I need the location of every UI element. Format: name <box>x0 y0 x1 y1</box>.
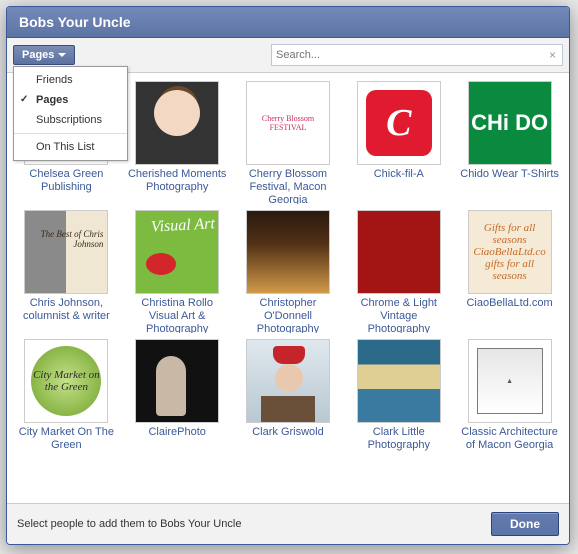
page-thumbnail: City Market on the Green <box>24 339 108 423</box>
page-thumbnail <box>357 339 441 423</box>
page-caption: Clark Griswold <box>235 423 341 439</box>
grid-item[interactable]: City Market on the Green City Market On … <box>13 339 119 452</box>
page-caption: Christina Rollo Visual Art & Photography <box>124 294 230 333</box>
page-thumbnail <box>246 210 330 294</box>
page-caption: Chido Wear T-Shirts <box>457 165 563 181</box>
page-thumbnail: Cherry Blossom FESTIVAL <box>246 81 330 165</box>
page-thumbnail: ▲ <box>468 339 552 423</box>
grid-item[interactable]: Gifts for all seasons CiaoBellaLtd.co gi… <box>457 210 563 333</box>
page-caption: Chick-fil-A <box>346 165 452 181</box>
page-caption: Chelsea Green Publishing <box>13 165 119 194</box>
footer-hint: Select people to add them to Bobs Your U… <box>17 518 241 530</box>
page-caption: Chris Johnson, columnist & writer <box>13 294 119 323</box>
search-input[interactable] <box>276 49 547 61</box>
search-box[interactable]: × <box>271 44 563 66</box>
close-icon[interactable]: × <box>547 48 558 62</box>
toolbar: Pages Friends Pages Subscriptions On Thi… <box>7 38 569 73</box>
grid-item[interactable]: Cherry Blossom FESTIVAL Cherry Blossom F… <box>235 81 341 204</box>
page-caption: CiaoBellaLtd.com <box>457 294 563 310</box>
page-caption: City Market On The Green <box>13 423 119 452</box>
page-caption: Chrome & Light Vintage Photography <box>346 294 452 333</box>
page-caption: Classic Architecture of Macon Georgia <box>457 423 563 452</box>
page-thumbnail <box>357 210 441 294</box>
page-thumbnail <box>246 339 330 423</box>
page-thumbnail: Visual Art <box>135 210 219 294</box>
page-caption: Cherry Blossom Festival, Macon Georgia <box>235 165 341 204</box>
page-caption: Christopher O'Donnell Photography <box>235 294 341 333</box>
grid-item[interactable]: ▲ Classic Architecture of Macon Georgia <box>457 339 563 452</box>
grid-item[interactable]: Chrome & Light Vintage Photography <box>346 210 452 333</box>
grid-item[interactable]: Christopher O'Donnell Photography <box>235 210 341 333</box>
page-thumbnail: The Best of Chris Johnson <box>24 210 108 294</box>
dialog-footer: Select people to add them to Bobs Your U… <box>7 503 569 544</box>
filter-option-pages[interactable]: Pages <box>14 90 127 110</box>
filter-dropdown: Friends Pages Subscriptions On This List <box>13 66 128 161</box>
page-thumbnail: CHi DO <box>468 81 552 165</box>
grid-item[interactable]: Cherished Moments Photography <box>124 81 230 204</box>
filter-button[interactable]: Pages <box>13 45 75 65</box>
grid-item[interactable]: C Chick-fil-A <box>346 81 452 204</box>
menu-divider <box>14 133 127 134</box>
grid-item[interactable]: ClairePhoto <box>124 339 230 452</box>
grid-item[interactable]: The Best of Chris Johnson Chris Johnson,… <box>13 210 119 333</box>
dialog-title: Bobs Your Uncle <box>7 7 569 38</box>
grid-item[interactable]: CHi DO Chido Wear T-Shirts <box>457 81 563 204</box>
page-caption: Cherished Moments Photography <box>124 165 230 194</box>
filter-option-friends[interactable]: Friends <box>14 70 127 90</box>
page-thumbnail: Gifts for all seasons CiaoBellaLtd.co gi… <box>468 210 552 294</box>
grid-item[interactable]: Clark Little Photography <box>346 339 452 452</box>
grid-item[interactable]: Clark Griswold <box>235 339 341 452</box>
page-caption: Clark Little Photography <box>346 423 452 452</box>
filter-option-subscriptions[interactable]: Subscriptions <box>14 110 127 130</box>
chevron-down-icon <box>58 53 66 57</box>
page-thumbnail: C <box>357 81 441 165</box>
page-caption: ClairePhoto <box>124 423 230 439</box>
add-to-list-dialog: Bobs Your Uncle Pages Friends Pages Subs… <box>6 6 570 545</box>
page-thumbnail <box>135 81 219 165</box>
done-button[interactable]: Done <box>491 512 559 536</box>
filter-button-label: Pages <box>22 49 54 61</box>
filter-option-on-this-list[interactable]: On This List <box>14 137 127 157</box>
page-thumbnail <box>135 339 219 423</box>
grid-item[interactable]: Visual Art Christina Rollo Visual Art & … <box>124 210 230 333</box>
